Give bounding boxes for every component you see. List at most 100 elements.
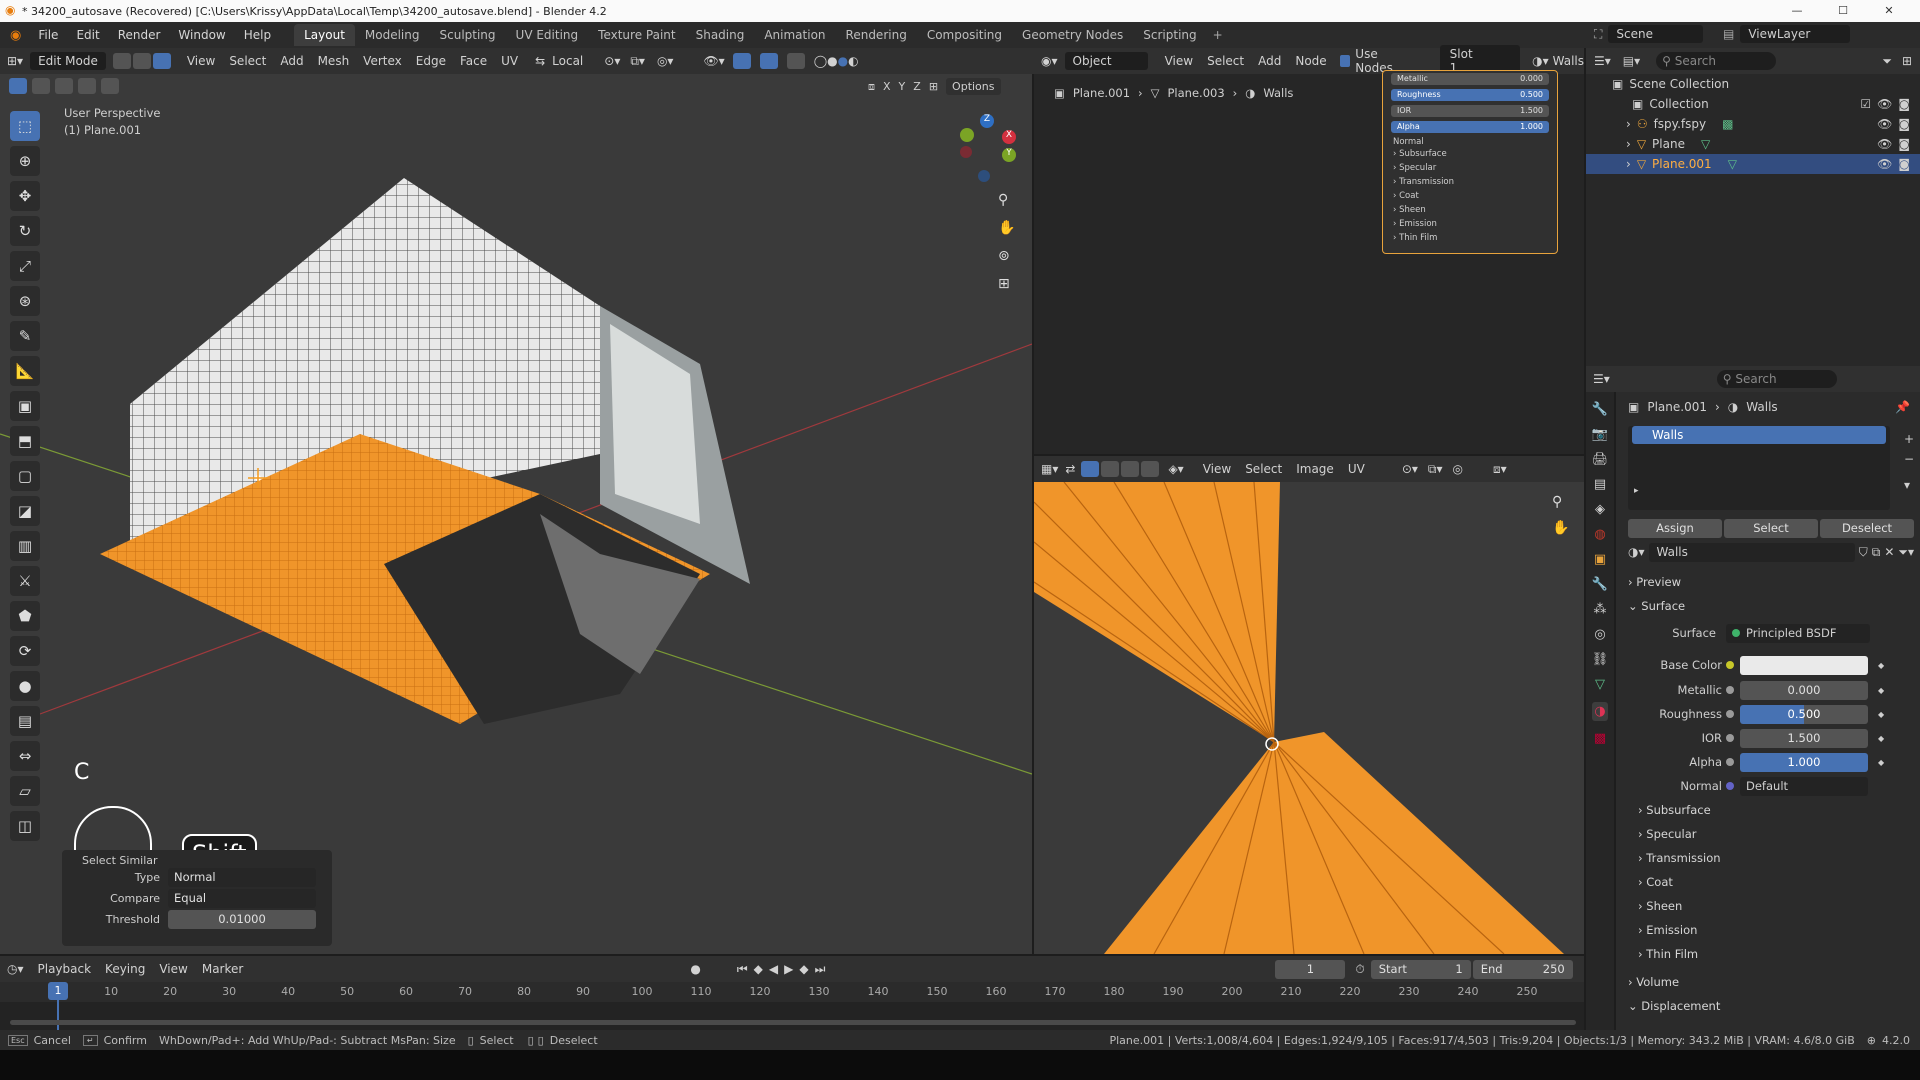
modifier-tab-icon[interactable]: 🔧	[1592, 577, 1608, 592]
node-menu-node[interactable]: Node	[1288, 54, 1333, 68]
properties-search[interactable]: ⚲ Search	[1716, 370, 1837, 388]
uv-menu-view[interactable]: View	[1196, 462, 1238, 476]
node-section-sheen[interactable]: › Sheen	[1383, 205, 1557, 219]
node-editor[interactable]: ▣ Plane.001 › ▽ Plane.003 › ◑ Walls Meta…	[1034, 70, 1584, 454]
tab-rendering[interactable]: Rendering	[836, 24, 917, 46]
collection-checkbox[interactable]: ☑	[1860, 97, 1871, 111]
viewport-menu-edge[interactable]: Edge	[409, 54, 453, 68]
plane-visibility-icon[interactable]: 👁	[1877, 137, 1892, 151]
navigation-gizmo[interactable]: Z X Y	[950, 114, 1020, 184]
ior-field[interactable]: 1.500	[1740, 728, 1868, 748]
start-frame-field[interactable]: Start 1	[1370, 959, 1471, 979]
texture-tab-icon[interactable]: ▩	[1594, 731, 1606, 746]
mode-selector[interactable]: Edit Mode	[30, 52, 106, 70]
plane-001-render-icon[interactable]: ◙	[1898, 157, 1910, 171]
shrink-fatten-tool-icon[interactable]: ⇔	[10, 741, 40, 771]
tab-layout[interactable]: Layout	[294, 24, 355, 46]
menu-edit[interactable]: Edit	[67, 28, 108, 42]
add-workspace-button[interactable]: +	[1207, 28, 1229, 42]
uv-face-select-icon[interactable]	[1121, 461, 1140, 477]
outliner-type-icon[interactable]: ☰▾	[1594, 54, 1611, 68]
outliner-search[interactable]: ⚲ Search	[1656, 52, 1776, 70]
select-similar-title[interactable]: Select Similar	[62, 850, 332, 867]
link-mode-icon[interactable]: ⏷▾	[1898, 545, 1914, 560]
emission-section[interactable]: › Emission	[1616, 918, 1920, 942]
vertex-select-icon[interactable]	[112, 53, 131, 69]
material-name-field[interactable]: Walls	[1648, 542, 1855, 562]
measure-tool-icon[interactable]: 📐	[10, 356, 40, 386]
material-browse-button[interactable]: ◑▾	[1628, 545, 1645, 559]
spin-tool-icon[interactable]: ⟳	[10, 636, 40, 666]
surface-section[interactable]: ⌄ Surface	[1616, 594, 1920, 618]
coat-section[interactable]: › Coat	[1616, 870, 1920, 894]
world-tab-icon[interactable]: ◍	[1594, 527, 1605, 542]
transform-tool-icon[interactable]: ⊛	[10, 286, 40, 316]
annotate-tool-icon[interactable]: ✎	[10, 321, 40, 351]
edge-select-icon[interactable]	[132, 53, 151, 69]
viewport-menu-view[interactable]: View	[180, 54, 222, 68]
node-editor-type-icon[interactable]: ◉▾	[1034, 54, 1065, 68]
blender-menu-icon[interactable]: ◉	[0, 28, 29, 43]
surface-shader-field[interactable]: Principled BSDF	[1726, 623, 1870, 643]
outliner-row-collection[interactable]: ▣ Collection ☑ 👁 ◙	[1586, 94, 1920, 114]
select-box-tool-icon[interactable]: ⬚	[10, 111, 40, 141]
duplicate-material-icon[interactable]: ⧉	[1872, 545, 1881, 560]
fspy-render-icon[interactable]: ◙	[1898, 117, 1910, 131]
uv-menu-image[interactable]: Image	[1289, 462, 1341, 476]
unlink-material-icon[interactable]: ✕	[1884, 545, 1894, 559]
uv-menu-uv[interactable]: UV	[1341, 462, 1372, 476]
plane-render-icon[interactable]: ◙	[1898, 137, 1910, 151]
snap-grid-icon[interactable]: ⊞	[929, 80, 938, 93]
roughness-socket-icon[interactable]	[1726, 710, 1734, 718]
playhead[interactable]: 1	[48, 982, 68, 1000]
outliner-row-scene-collection[interactable]: ▣ Scene Collection	[1586, 74, 1920, 94]
alpha-socket-icon[interactable]	[1726, 758, 1734, 766]
rip-tool-icon[interactable]: ◫	[10, 811, 40, 841]
output-tab-icon[interactable]: 🖨	[1592, 452, 1609, 467]
roughness-keyframe-icon[interactable]: ◆	[1878, 710, 1884, 719]
axis-y-toggle[interactable]: Y	[899, 80, 906, 93]
volume-section[interactable]: › Volume	[1616, 970, 1920, 994]
uv-sync-icon[interactable]: ⇄	[1065, 462, 1075, 476]
preview-section[interactable]: › Preview	[1616, 570, 1920, 594]
timeline-type-icon[interactable]: ◷▾	[0, 962, 31, 976]
timeline-menu-view[interactable]: View	[152, 962, 194, 976]
select-mode-subtract-icon[interactable]	[55, 78, 73, 94]
plane-001-visibility-icon[interactable]: 👁	[1877, 157, 1892, 171]
displacement-section[interactable]: ⌄ Displacement	[1616, 994, 1920, 1018]
ior-keyframe-icon[interactable]: ◆	[1878, 734, 1884, 743]
alpha-keyframe-icon[interactable]: ◆	[1878, 758, 1884, 767]
node-ior-field[interactable]: IOR 1.500	[1391, 105, 1549, 117]
type-dropdown[interactable]: Normal	[168, 868, 316, 887]
slot-expand-icon[interactable]: ▸	[1634, 486, 1639, 496]
object-tab-icon[interactable]: ▣	[1594, 552, 1606, 567]
fspy-visibility-icon[interactable]: 👁	[1877, 117, 1892, 131]
select-mode-intersect-icon[interactable]	[101, 78, 119, 94]
subsurface-section[interactable]: › Subsurface	[1616, 798, 1920, 822]
material-tab-icon[interactable]: ◑	[1592, 702, 1608, 721]
render-tab-icon[interactable]: 📷	[1592, 427, 1608, 442]
outliner-display-icon[interactable]: ▤▾	[1623, 54, 1640, 68]
snap-icon[interactable]: ⧉▾	[630, 54, 645, 69]
outliner-row-plane-001[interactable]: › ▽ Plane.001 ▽ 👁 ◙	[1586, 154, 1920, 174]
scene-tab-icon[interactable]: ◈	[1595, 502, 1605, 517]
shading-material-icon[interactable]: ●	[838, 54, 848, 68]
node-menu-view[interactable]: View	[1158, 54, 1200, 68]
pin-icon[interactable]: 📌	[1895, 400, 1910, 414]
axis-z-toggle[interactable]: Z	[913, 80, 921, 93]
node-section-thin-film[interactable]: › Thin Film	[1383, 233, 1557, 247]
uv-menu-select[interactable]: Select	[1238, 462, 1289, 476]
uv-zoom-icon[interactable]: ⚲	[1552, 494, 1569, 510]
add-slot-button[interactable]: +	[1904, 432, 1914, 446]
smooth-tool-icon[interactable]: ●	[10, 671, 40, 701]
normal-socket-icon[interactable]	[1726, 782, 1734, 790]
pan-hand-icon[interactable]: ✋	[998, 220, 1015, 236]
grid-view-icon[interactable]: ⊞	[998, 276, 1015, 292]
tab-texture-paint[interactable]: Texture Paint	[588, 24, 685, 46]
bevel-tool-icon[interactable]: ◪	[10, 496, 40, 526]
options-dropdown[interactable]: Options	[946, 78, 1001, 95]
prev-key-icon[interactable]: ◆	[754, 962, 763, 976]
timeline-menu-marker[interactable]: Marker	[195, 962, 250, 976]
edge-slide-tool-icon[interactable]: ▤	[10, 706, 40, 736]
transmission-section[interactable]: › Transmission	[1616, 846, 1920, 870]
